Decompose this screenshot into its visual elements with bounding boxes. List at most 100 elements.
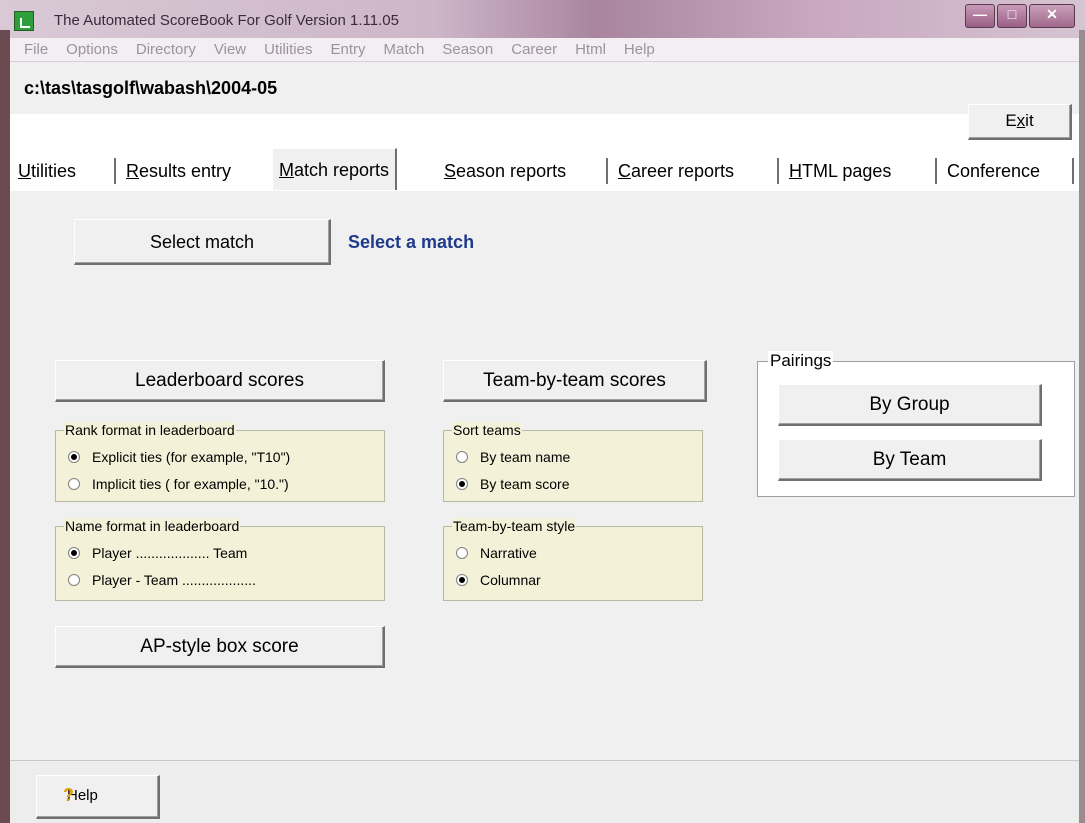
tab-label: tilities	[31, 161, 77, 181]
radio-unselected-icon[interactable]	[68, 574, 80, 586]
tab-accelerator: M	[279, 160, 294, 180]
tab-label: atch reports	[294, 160, 390, 180]
help-button[interactable]: ? Help	[36, 775, 160, 819]
style-narrative-option[interactable]: Narrative	[456, 545, 537, 561]
exit-label-prefix: E	[1005, 111, 1017, 130]
tab-accelerator: U	[18, 161, 31, 181]
tab-season-reports[interactable]: Season reports	[438, 154, 572, 188]
sort-teams-title: Sort teams	[452, 422, 522, 438]
close-button[interactable]: ✕	[1029, 4, 1075, 28]
radio-label: Columnar	[480, 572, 541, 588]
tab-separator	[1072, 158, 1074, 184]
name-player-team-option[interactable]: Player ................... Team	[68, 545, 247, 561]
radio-label: Player ................... Team	[92, 545, 248, 561]
window-frame-left	[0, 30, 10, 823]
window-title: The Automated ScoreBook For Golf Version…	[54, 12, 399, 29]
menu-directory[interactable]: Directory	[127, 41, 205, 58]
window-frame-right	[1079, 30, 1085, 823]
radio-label: By team name	[480, 449, 571, 465]
rank-explicit-ties-option[interactable]: Explicit ties (for example, "T10")	[68, 449, 290, 465]
status-bar	[10, 760, 1079, 823]
rank-implicit-ties-option[interactable]: Implicit ties ( for example, "10.")	[68, 476, 289, 492]
menu-view[interactable]: View	[205, 41, 255, 58]
tab-label: Conference	[947, 161, 1041, 181]
tab-label: esults entry	[139, 161, 232, 181]
menu-entry[interactable]: Entry	[321, 41, 374, 58]
tab-accelerator: C	[618, 161, 631, 181]
pairings-by-group-button[interactable]: By Group	[778, 384, 1042, 426]
menu-html[interactable]: Html	[566, 41, 615, 58]
leaderboard-scores-button[interactable]: Leaderboard scores	[55, 360, 385, 402]
window-controls: — □ ✕	[963, 4, 1075, 28]
tab-accelerator: H	[789, 161, 802, 181]
tab-utilities[interactable]: Utilities	[12, 154, 82, 188]
exit-label-accelerator: x	[1016, 111, 1026, 130]
menu-help[interactable]: Help	[615, 41, 664, 58]
ap-style-box-score-button[interactable]: AP-style box score	[55, 626, 385, 668]
rank-format-group: Rank format in leaderboard Explicit ties…	[55, 422, 385, 502]
name-format-title: Name format in leaderboard	[64, 518, 241, 534]
radio-label: By team score	[480, 476, 570, 492]
radio-selected-icon[interactable]	[456, 478, 468, 490]
menu-match[interactable]: Match	[375, 41, 434, 58]
select-match-button[interactable]: Select match	[74, 219, 331, 265]
tab-label: TML pages	[802, 161, 892, 181]
pairings-by-team-button[interactable]: By Team	[778, 439, 1042, 481]
sort-by-team-score-option[interactable]: By team score	[456, 476, 569, 492]
app-window: The Automated ScoreBook For Golf Version…	[0, 0, 1085, 823]
menu-bar: File Options Directory View Utilities En…	[10, 38, 1079, 62]
radio-label: Narrative	[480, 545, 537, 561]
close-icon: ✕	[1046, 6, 1058, 22]
radio-label: Explicit ties (for example, "T10")	[92, 449, 291, 465]
menu-file[interactable]: File	[10, 41, 57, 58]
help-question-icon: ?	[63, 785, 74, 805]
team-style-title: Team-by-team style	[452, 518, 577, 534]
tab-accelerator: S	[444, 161, 457, 181]
tab-career-reports[interactable]: Career reports	[612, 154, 740, 188]
tab-strip: Utilities Results entry Match reports Se…	[10, 148, 1079, 190]
tab-separator	[935, 158, 937, 184]
tab-accelerator: R	[126, 161, 139, 181]
sort-teams-group: Sort teams By team name By team score	[443, 422, 703, 502]
radio-unselected-icon[interactable]	[68, 478, 80, 490]
tab-match-reports[interactable]: Match reports	[272, 148, 398, 190]
title-bar[interactable]: The Automated ScoreBook For Golf Version…	[0, 0, 1085, 38]
radio-selected-icon[interactable]	[456, 574, 468, 586]
tab-conference[interactable]: Conference	[941, 154, 1046, 188]
tab-separator	[777, 158, 779, 184]
selected-match-label: Select a match	[348, 232, 475, 252]
maximize-button[interactable]: □	[997, 4, 1027, 28]
minimize-icon: —	[973, 6, 987, 22]
radio-unselected-icon[interactable]	[456, 547, 468, 559]
tab-separator	[114, 158, 116, 184]
name-format-group: Name format in leaderboard Player ......…	[55, 518, 385, 601]
current-directory-path: c:\tas\tasgolf\wabash\2004-05	[24, 78, 278, 98]
path-bar: c:\tas\tasgolf\wabash\2004-05	[10, 62, 1079, 114]
menu-utilities[interactable]: Utilities	[255, 41, 321, 58]
radio-selected-icon[interactable]	[68, 547, 80, 559]
tab-results-entry[interactable]: Results entry	[120, 154, 237, 188]
style-columnar-option[interactable]: Columnar	[456, 572, 541, 588]
radio-label: Player - Team ...................	[92, 572, 256, 588]
golf-app-icon	[14, 11, 34, 31]
menu-season[interactable]: Season	[433, 41, 502, 58]
radio-label: Implicit ties ( for example, "10.")	[92, 476, 289, 492]
pairings-title: Pairings	[768, 351, 834, 371]
maximize-icon: □	[1007, 6, 1017, 22]
tab-html-pages[interactable]: HTML pages	[783, 154, 897, 188]
exit-button[interactable]: Exit	[968, 104, 1072, 140]
exit-label-suffix: it	[1025, 111, 1034, 130]
minimize-button[interactable]: —	[965, 4, 995, 28]
menu-options[interactable]: Options	[57, 41, 127, 58]
team-by-team-scores-button[interactable]: Team-by-team scores	[443, 360, 707, 402]
tab-label: areer reports	[631, 161, 735, 181]
name-player-dash-team-option[interactable]: Player - Team ...................	[68, 572, 256, 588]
radio-selected-icon[interactable]	[68, 451, 80, 463]
radio-unselected-icon[interactable]	[456, 451, 468, 463]
sort-by-team-name-option[interactable]: By team name	[456, 449, 570, 465]
menu-career[interactable]: Career	[502, 41, 566, 58]
team-style-group: Team-by-team style Narrative Columnar	[443, 518, 703, 601]
tab-separator	[606, 158, 608, 184]
tab-label: eason reports	[456, 161, 567, 181]
rank-format-title: Rank format in leaderboard	[64, 422, 236, 438]
